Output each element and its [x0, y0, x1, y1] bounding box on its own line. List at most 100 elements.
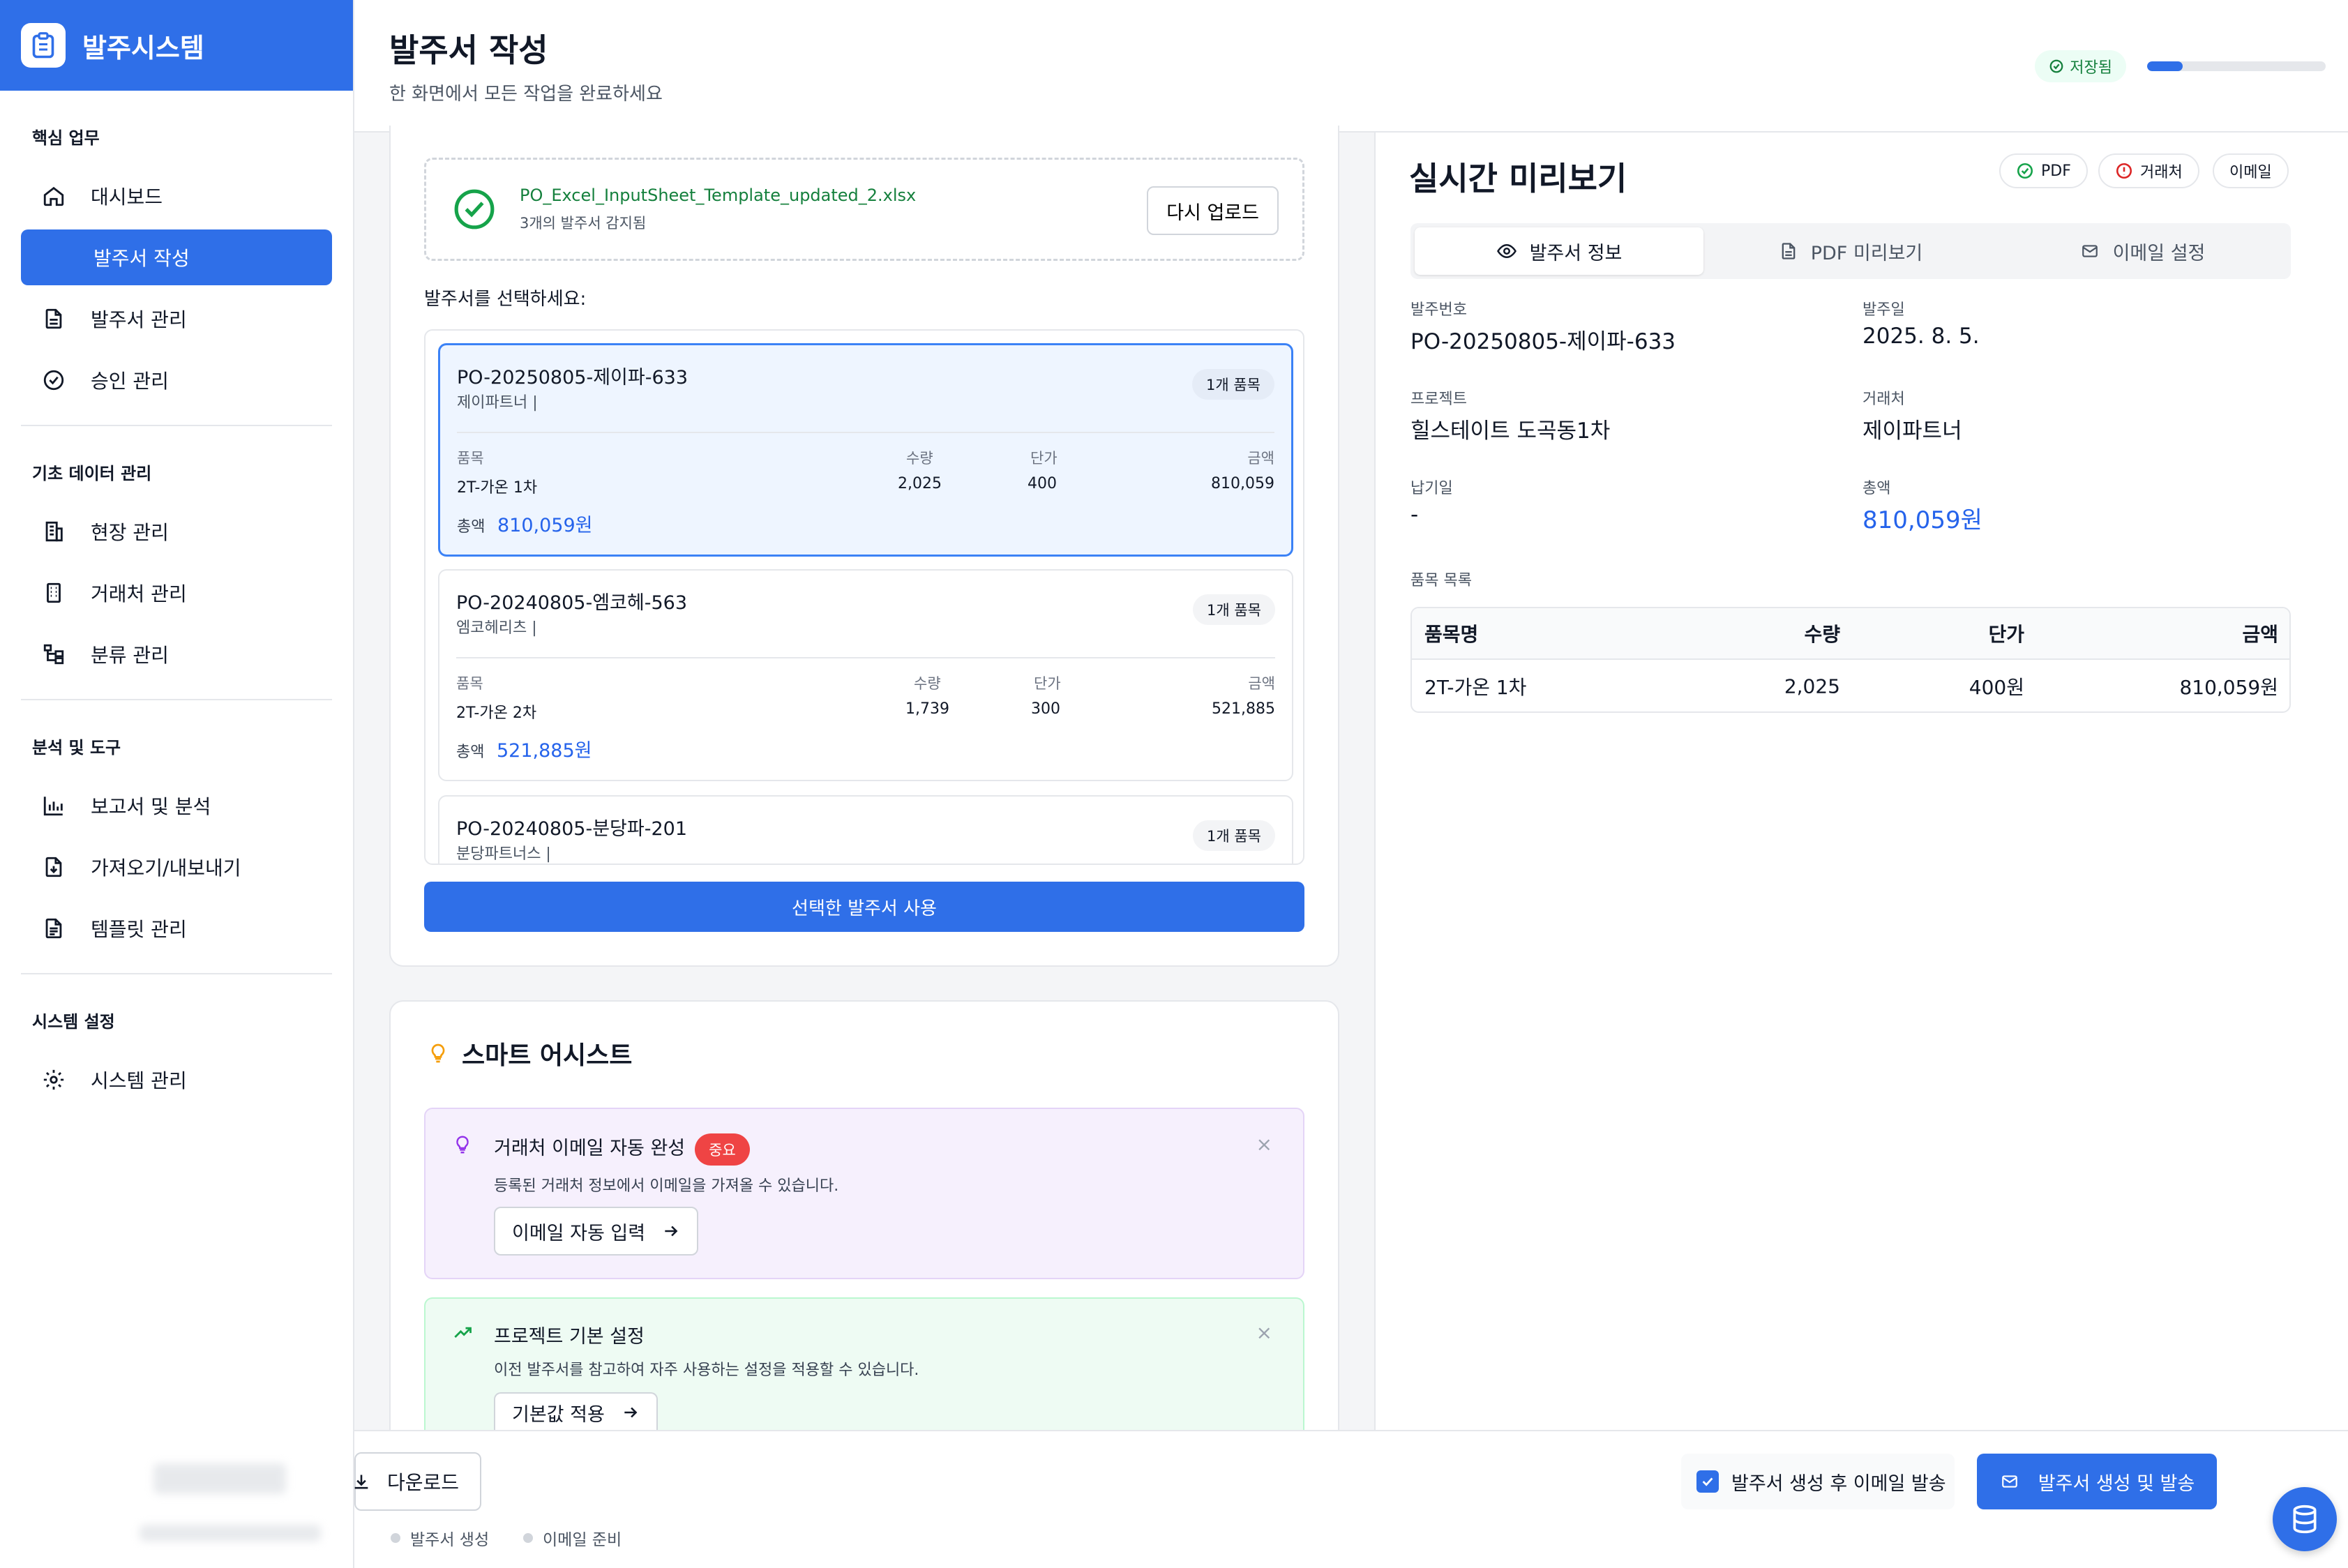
- total-label: 총액: [1862, 480, 1891, 497]
- tab-label: 이메일 설정: [2112, 242, 2206, 264]
- close-icon[interactable]: ×: [1256, 1133, 1272, 1156]
- tip-project-defaults: 프로젝트 기본 설정 이전 발주서를 참고하여 자주 사용하는 설정을 적용할 …: [424, 1297, 1304, 1431]
- page-header: 발주서 작성 한 화면에서 모든 작업을 완료하세요 저장됨: [354, 0, 2348, 133]
- po-select-label: 발주서를 선택하세요:: [424, 289, 587, 310]
- upload-info: PO_Excel_InputSheet_Template_updated_2.x…: [520, 186, 916, 233]
- cell-item: 2T-가온 1차: [1424, 676, 1527, 699]
- check-circle-icon: [454, 189, 495, 229]
- po-qty: 2,025: [898, 475, 942, 492]
- table-header: 품목명 수량 단가 금액: [1412, 608, 2289, 660]
- sidebar-item-import-export[interactable]: 가져오기/내보내기: [21, 839, 332, 895]
- bar-chart-icon: [43, 797, 63, 816]
- nav-divider: [21, 425, 332, 426]
- gear-icon: [43, 1069, 64, 1090]
- email-autofill-button[interactable]: 이메일 자동 입력: [494, 1207, 699, 1256]
- sidebar-item-dashboard[interactable]: 대시보드: [21, 168, 332, 224]
- sidebar-item-po-manage[interactable]: 발주서 관리: [21, 291, 332, 347]
- close-icon[interactable]: ×: [1256, 1321, 1272, 1344]
- sidebar-item-system[interactable]: 시스템 관리: [21, 1052, 332, 1108]
- sidebar-item-label: 발주서 작성: [93, 247, 190, 270]
- file-text-icon: [1782, 243, 1796, 259]
- po-card[interactable]: PO-20240805-분당파-201 분당파트너스 | 1개 품목: [438, 795, 1293, 864]
- app-title: 발주시스템: [82, 32, 204, 63]
- po-card[interactable]: PO-20240805-엠코헤-563 엠코헤리츠 | 1개 품목 품목 수량 …: [438, 569, 1293, 781]
- po-id: PO-20250805-제이파-633: [457, 367, 688, 389]
- nav-section-title: 핵심 업무: [32, 128, 100, 148]
- email-status-chip[interactable]: 이메일: [2213, 153, 2289, 188]
- cell-amount: 810,059원: [2179, 676, 2278, 699]
- po-number: PO-20250805-제이파-633: [1410, 329, 1676, 354]
- order-date: 2025. 8. 5.: [1862, 324, 1980, 349]
- generate-and-send-button[interactable]: 발주서 생성 및 발송: [1977, 1454, 2217, 1509]
- sidebar-item-sites[interactable]: 현장 관리: [21, 504, 332, 559]
- tab-pdf-preview[interactable]: PDF 미리보기: [1706, 227, 1995, 275]
- tip-title: 거래처 이메일 자동 완성 중요: [494, 1133, 750, 1166]
- po-vendor: 엠코헤리츠 |: [456, 619, 537, 637]
- sidebar-item-categories[interactable]: 분류 관리: [21, 626, 332, 682]
- po-card[interactable]: PO-20250805-제이파-633 제이파트너 | 1개 품목 품목 수량 …: [438, 343, 1293, 557]
- sidebar-item-reports[interactable]: 보고서 및 분석: [21, 778, 332, 834]
- sidebar-item-templates[interactable]: 템플릿 관리: [21, 900, 332, 956]
- page-title: 발주서 작성: [389, 31, 548, 69]
- items-table: 품목명 수량 단가 금액 2T-가온 1차 2,025 400원 810,059…: [1410, 607, 2291, 713]
- cell-price: 400원: [1969, 676, 2024, 699]
- eye-icon: [1496, 243, 1517, 259]
- sidebar-item-label: 시스템 관리: [91, 1069, 187, 1092]
- send-email-checkbox[interactable]: 발주서 생성 후 이메일 발송: [1681, 1454, 1955, 1509]
- sidebar-item-approval[interactable]: 승인 관리: [21, 352, 332, 408]
- po-total-label: 총액: [456, 744, 485, 761]
- tree-icon: [43, 644, 64, 665]
- sidebar-item-label: 거래처 관리: [91, 582, 187, 605]
- nav-section-title: 분석 및 도구: [32, 738, 121, 757]
- po-vendor: 제이파트너 |: [457, 394, 538, 412]
- progress-bar: [2147, 61, 2326, 71]
- checkbox-checked-icon: [1696, 1470, 1719, 1493]
- tip-desc: 등록된 거래처 정보에서 이메일을 가져올 수 있습니다.: [494, 1177, 839, 1195]
- document-icon: [45, 308, 62, 329]
- button-label: 이메일 자동 입력: [512, 1222, 646, 1244]
- sidebar-item-po-create[interactable]: 발주서 작성: [21, 229, 332, 285]
- po-list[interactable]: PO-20250805-제이파-633 제이파트너 | 1개 품목 품목 수량 …: [424, 329, 1304, 865]
- tip-email-autofill: 거래처 이메일 자동 완성 중요 등록된 거래처 정보에서 이메일을 가져올 수 …: [424, 1108, 1304, 1279]
- status-label: 발주서 생성: [410, 1531, 490, 1549]
- sidebar-item-label: 분류 관리: [91, 644, 169, 667]
- delivery-date: -: [1410, 502, 1419, 527]
- tab-email-settings[interactable]: 이메일 설정: [1998, 227, 2287, 275]
- tab-po-info[interactable]: 발주서 정보: [1415, 227, 1703, 275]
- po-vendor: 분당파트너스 |: [456, 845, 551, 863]
- clipboard-icon: [21, 23, 66, 68]
- chip-label: 거래처: [2140, 164, 2183, 181]
- sidebar-item-label: 보고서 및 분석: [91, 795, 211, 818]
- lightbulb-icon: [456, 1136, 469, 1154]
- check-circle-icon: [43, 370, 64, 391]
- vendor-status-chip[interactable]: 거래처: [2098, 153, 2199, 188]
- arrow-right-icon: [624, 1407, 638, 1418]
- brand[interactable]: 발주시스템: [0, 0, 353, 91]
- reupload-button[interactable]: 다시 업로드: [1147, 186, 1279, 235]
- status-dot: [391, 1533, 400, 1543]
- project-label: 프로젝트: [1410, 391, 1467, 408]
- item-count-badge: 1개 품목: [1192, 369, 1274, 400]
- sidebar-item-vendors[interactable]: 거래처 관리: [21, 565, 332, 621]
- col-qty: 수량: [906, 450, 933, 467]
- download-button[interactable]: 다운로드: [354, 1452, 481, 1511]
- home-icon: [43, 186, 64, 206]
- project: 힐스테이트 도곡동1차: [1410, 419, 1611, 444]
- upload-detected: 3개의 발주서 감지됨: [520, 215, 647, 232]
- status-label: 이메일 준비: [543, 1531, 622, 1549]
- database-fab[interactable]: [2273, 1487, 2337, 1551]
- sidebar-item-label: 현장 관리: [91, 521, 169, 544]
- tip-desc: 이전 발주서를 참고하여 자주 사용하는 설정을 적용할 수 있습니다.: [494, 1362, 919, 1379]
- col-amount: 금액: [1248, 675, 1275, 692]
- pdf-status-chip[interactable]: PDF: [1999, 153, 2088, 188]
- po-amount: 810,059: [1211, 475, 1274, 492]
- apply-defaults-button[interactable]: 기본값 적용: [494, 1392, 658, 1431]
- upload-dropzone[interactable]: PO_Excel_InputSheet_Template_updated_2.x…: [424, 158, 1304, 261]
- delivery-label: 납기일: [1410, 480, 1453, 497]
- use-selected-po-button[interactable]: 선택한 발주서 사용: [424, 882, 1304, 932]
- sidebar-item-label: 가져오기/내보내기: [91, 857, 241, 880]
- mail-icon: [2082, 245, 2098, 257]
- sidebar-item-label: 템플릿 관리: [91, 918, 187, 941]
- item-count-badge: 1개 품목: [1193, 820, 1275, 851]
- sidebar-item-label: 발주서 관리: [91, 308, 187, 331]
